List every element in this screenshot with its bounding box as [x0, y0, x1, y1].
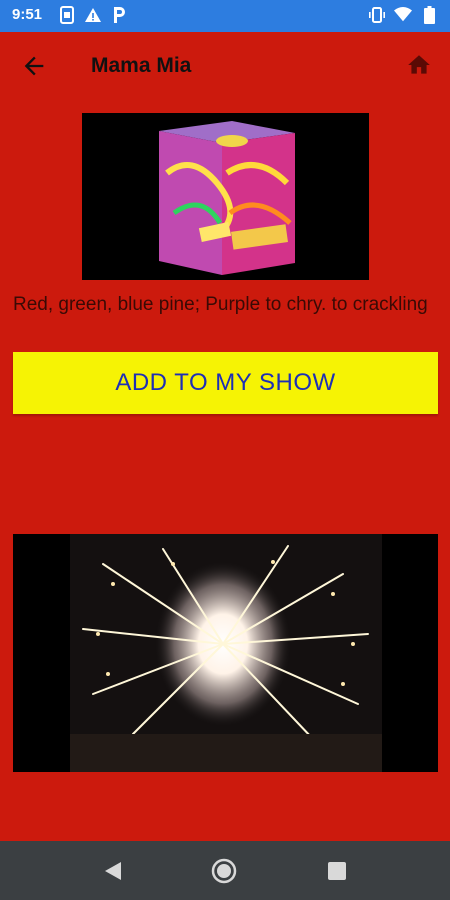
product-description: Red, green, blue pine; Purple to chry. t…: [13, 294, 428, 315]
nav-home-icon[interactable]: [210, 857, 238, 885]
wifi-icon: [394, 6, 412, 24]
home-button[interactable]: [406, 52, 432, 78]
warning-icon: [84, 6, 102, 24]
parking-icon: [110, 6, 128, 24]
back-button[interactable]: [20, 52, 48, 80]
arrow-back-icon: [24, 56, 44, 76]
home-icon: [408, 55, 430, 74]
product-image: [82, 113, 369, 280]
battery-icon: [420, 6, 438, 24]
page-title: Mama Mia: [91, 54, 192, 77]
firework-video[interactable]: [13, 534, 438, 772]
status-bar: 9:51: [0, 0, 450, 32]
add-to-my-show-button[interactable]: ADD TO MY SHOW: [13, 352, 438, 414]
vibrate-icon: [368, 6, 386, 24]
sim-icon: [58, 6, 76, 24]
app-bar: Mama Mia: [0, 32, 450, 100]
status-time: 9:51: [12, 6, 43, 23]
nav-recents-icon[interactable]: [326, 860, 348, 882]
nav-back-icon[interactable]: [101, 859, 125, 883]
system-nav-bar: [0, 841, 450, 900]
